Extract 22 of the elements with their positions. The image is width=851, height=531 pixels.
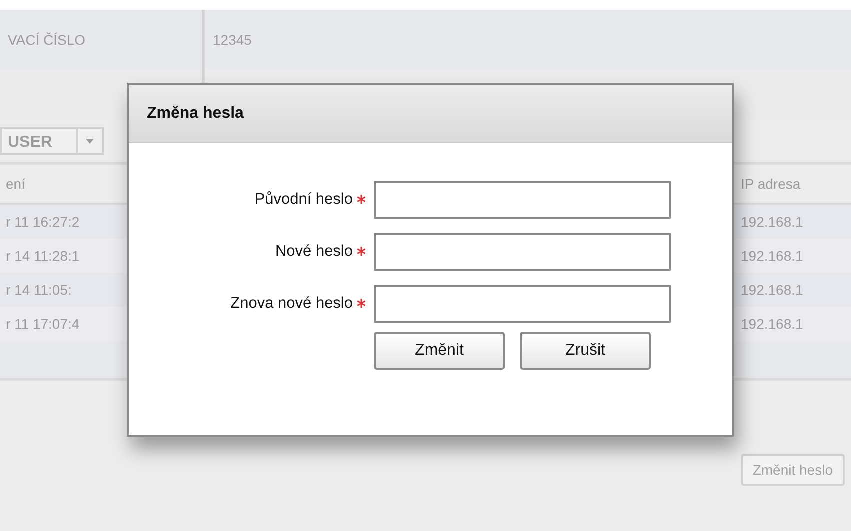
dialog-title: Změna hesla bbox=[147, 104, 244, 124]
field-label: VACÍ ČÍSLO bbox=[8, 30, 86, 50]
table-cell-text: 192.168.1 bbox=[741, 246, 804, 266]
table-cell-text: r 11 16:27:2 bbox=[6, 212, 80, 232]
password-field[interactable] bbox=[374, 233, 671, 271]
column-header: IP adresa bbox=[741, 174, 801, 194]
table-cell-text: r 14 11:05: bbox=[6, 280, 72, 300]
column-header: ení bbox=[6, 174, 26, 194]
password-field[interactable] bbox=[374, 285, 671, 323]
password-field[interactable] bbox=[374, 181, 671, 219]
dialog-button[interactable]: Změnit bbox=[374, 332, 505, 370]
table-cell-text: 192.168.1 bbox=[741, 280, 804, 300]
table-cell-text: r 14 11:28:1 bbox=[6, 246, 80, 266]
field-label: Původní heslo bbox=[254, 190, 354, 210]
caret-icon bbox=[86, 138, 94, 144]
table-cell-text: r 11 17:07:4 bbox=[6, 314, 80, 334]
dialog-button[interactable]: Zrušit bbox=[520, 332, 651, 370]
field-value: 12345 bbox=[213, 30, 252, 50]
table-cell-text: 192.168.1 bbox=[741, 314, 804, 334]
table-cell-text: 192.168.1 bbox=[741, 212, 804, 232]
field-label: Nové heslo bbox=[274, 242, 354, 262]
field-label: Znova nové heslo bbox=[230, 294, 354, 314]
